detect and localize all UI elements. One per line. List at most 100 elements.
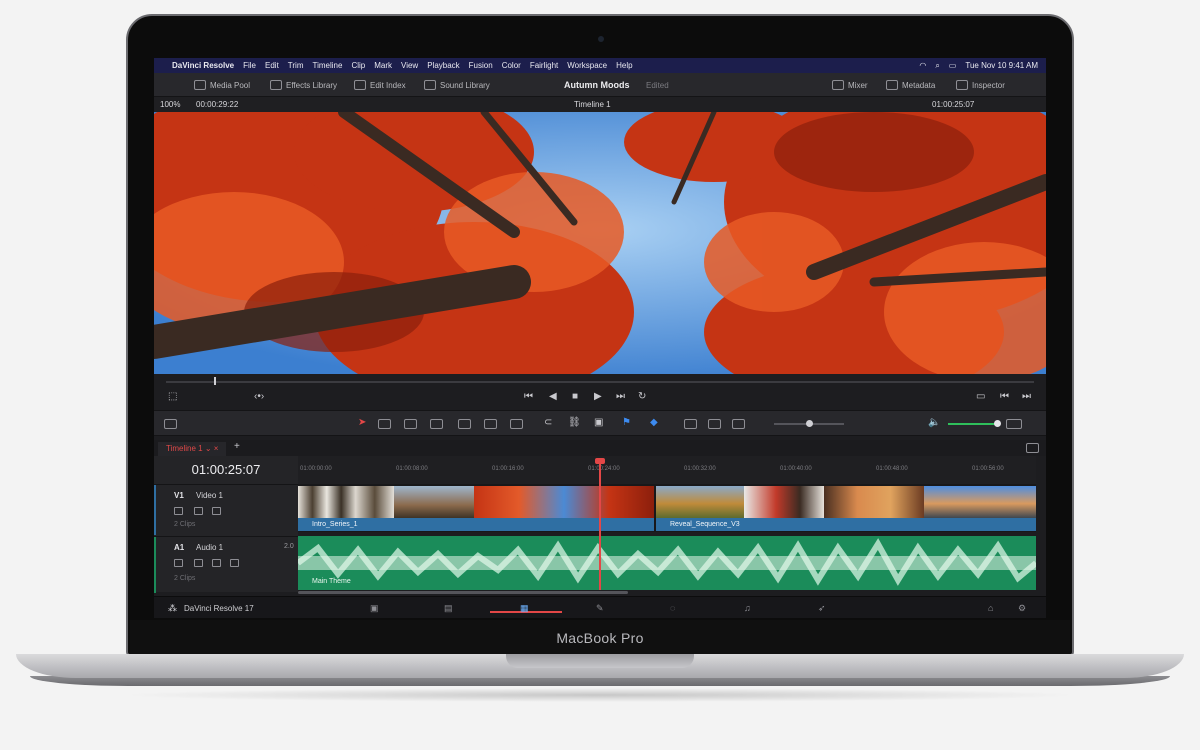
- wifi-icon[interactable]: ◠: [919, 61, 926, 70]
- solo-icon[interactable]: [212, 559, 221, 567]
- edit-index-button[interactable]: Edit Index: [354, 79, 406, 91]
- video-clip-reveal[interactable]: Reveal_Sequence_V3: [656, 518, 1036, 531]
- snapping-icon[interactable]: ⊂: [544, 418, 552, 428]
- media-page-icon[interactable]: ▣: [370, 603, 379, 614]
- marker-icon[interactable]: ◆: [650, 418, 658, 428]
- jump-start-icon[interactable]: ⏮: [524, 392, 533, 402]
- selection-tool-icon[interactable]: ➤: [358, 418, 366, 428]
- track-lock-icon[interactable]: [174, 507, 183, 515]
- scrubber-handle[interactable]: [214, 377, 216, 385]
- tab-timeline-1[interactable]: Timeline 1 ⌄ ×: [158, 442, 227, 456]
- play-icon[interactable]: ▶: [594, 392, 602, 402]
- zoom-custom-icon[interactable]: [732, 419, 745, 429]
- track-visibility-icon[interactable]: [212, 507, 221, 515]
- menu-timeline[interactable]: Timeline: [313, 61, 343, 70]
- menu-workspace[interactable]: Workspace: [567, 61, 607, 70]
- search-icon[interactable]: ⌕: [935, 61, 939, 71]
- jog-icon[interactable]: ‹•›: [254, 392, 264, 402]
- deliver-page-icon[interactable]: ➶: [818, 603, 826, 614]
- fusion-page-icon[interactable]: ✎: [596, 603, 604, 614]
- blade-tool-icon[interactable]: [430, 419, 443, 429]
- lock-icon[interactable]: ▣: [594, 418, 603, 428]
- audio-auto-select-icon[interactable]: [194, 559, 203, 567]
- timeline-select[interactable]: Timeline 1: [574, 100, 611, 109]
- video-track-header[interactable]: V1 Video 1 2 Clips: [154, 484, 298, 535]
- audio-track-level: 2.0: [284, 543, 294, 550]
- volume-icon[interactable]: 🔈: [928, 418, 940, 428]
- fairlight-page-icon[interactable]: ♫: [744, 603, 751, 613]
- timeline-ruler[interactable]: 01:00:00:00 01:00:08:00 01:00:16:00 01:0…: [298, 456, 1036, 484]
- audio-clip-main-theme[interactable]: [296, 536, 1038, 590]
- menu-edit[interactable]: Edit: [265, 61, 279, 70]
- jump-end-icon[interactable]: ⏭: [616, 392, 625, 402]
- next-frame-icon[interactable]: ⏭: [1022, 392, 1031, 402]
- menu-clip[interactable]: Clip: [351, 61, 365, 70]
- menu-fairlight[interactable]: Fairlight: [530, 61, 558, 70]
- mixer-button[interactable]: Mixer: [832, 79, 868, 91]
- audio-lock-icon[interactable]: [174, 559, 183, 567]
- menu-app[interactable]: DaVinci Resolve: [172, 61, 234, 70]
- settings-gear-icon[interactable]: ⚙: [1018, 603, 1026, 614]
- menu-help[interactable]: Help: [616, 61, 632, 70]
- app-toolbar: Media Pool Effects Library Edit Index So…: [154, 73, 1046, 97]
- layout-icon[interactable]: [164, 419, 177, 429]
- effects-library-button[interactable]: Effects Library: [270, 79, 337, 91]
- replace-clip-icon[interactable]: [510, 419, 523, 429]
- playhead-handle[interactable]: [595, 458, 605, 464]
- auto-select-icon[interactable]: [194, 507, 203, 515]
- sound-library-label: Sound Library: [440, 80, 490, 90]
- metadata-button[interactable]: Metadata: [886, 79, 935, 91]
- menu-view[interactable]: View: [401, 61, 418, 70]
- flag-icon[interactable]: ⚑: [622, 418, 631, 428]
- viewer-scrubber[interactable]: [166, 381, 1034, 383]
- audio-track-header[interactable]: A1 Audio 1 2.0 2 Clips: [154, 536, 298, 593]
- sound-library-button[interactable]: Sound Library: [424, 79, 490, 91]
- resolve-logo-icon: ⁂: [168, 603, 177, 613]
- volume-slider-handle[interactable]: [994, 420, 1001, 427]
- zoom-full-icon[interactable]: [684, 419, 697, 429]
- mute-icon[interactable]: [230, 559, 239, 567]
- menu-file[interactable]: File: [243, 61, 256, 70]
- insert-clip-icon[interactable]: [458, 419, 471, 429]
- fullscreen-icon[interactable]: ▭: [976, 392, 985, 402]
- home-icon[interactable]: ⌂: [988, 603, 993, 613]
- ruler-tick: 01:00:32:00: [684, 466, 716, 472]
- menu-trim[interactable]: Trim: [288, 61, 304, 70]
- menu-playback[interactable]: Playback: [427, 61, 459, 70]
- trim-tool-icon[interactable]: [378, 419, 391, 429]
- cut-page-icon[interactable]: ▤: [444, 603, 453, 614]
- laptop-shadow: [120, 688, 1080, 702]
- viewer-options-icon[interactable]: ⬚: [168, 392, 177, 402]
- media-pool-button[interactable]: Media Pool: [194, 79, 250, 91]
- control-center-icon[interactable]: ▭: [949, 61, 957, 70]
- menu-mark[interactable]: Mark: [374, 61, 392, 70]
- add-tab-icon[interactable]: +: [234, 442, 240, 452]
- overwrite-clip-icon[interactable]: [484, 419, 497, 429]
- volume-slider[interactable]: [948, 423, 998, 425]
- inspector-button[interactable]: Inspector: [956, 79, 1005, 91]
- edit-page-icon[interactable]: ▦: [520, 603, 529, 614]
- clock[interactable]: Tue Nov 10 9:41 AM: [965, 61, 1038, 70]
- zoom-select[interactable]: 100%: [160, 100, 180, 109]
- playhead[interactable]: [599, 460, 601, 590]
- page-bar: ⁂ DaVinci Resolve 17 ▣ ▤ ▦ ✎ ◌ ♫ ➶ ⌂ ⚙: [154, 596, 1046, 618]
- color-page-icon[interactable]: ◌: [670, 603, 675, 613]
- link-icon[interactable]: ⛓: [568, 418, 581, 428]
- audio-track-accent: [154, 537, 156, 593]
- timeline-view-icon[interactable]: [1026, 443, 1039, 453]
- viewer-image[interactable]: [154, 112, 1046, 374]
- zoom-detail-icon[interactable]: [708, 419, 721, 429]
- play-reverse-icon[interactable]: ◀: [549, 392, 557, 402]
- zoom-slider-handle[interactable]: [806, 420, 813, 427]
- dim-audio-icon[interactable]: [1006, 419, 1022, 429]
- stop-icon[interactable]: ■: [572, 392, 578, 402]
- clip-thumbnail: [298, 486, 394, 518]
- audio-clip-name: Main Theme: [312, 578, 351, 585]
- timeline-scrollbar[interactable]: [298, 591, 628, 594]
- prev-frame-icon[interactable]: ⏮: [1000, 392, 1009, 402]
- loop-icon[interactable]: ↻: [638, 392, 646, 402]
- menu-color[interactable]: Color: [502, 61, 521, 70]
- media-pool-label: Media Pool: [210, 80, 251, 90]
- dynamic-trim-icon[interactable]: [404, 419, 417, 429]
- menu-fusion[interactable]: Fusion: [469, 61, 493, 70]
